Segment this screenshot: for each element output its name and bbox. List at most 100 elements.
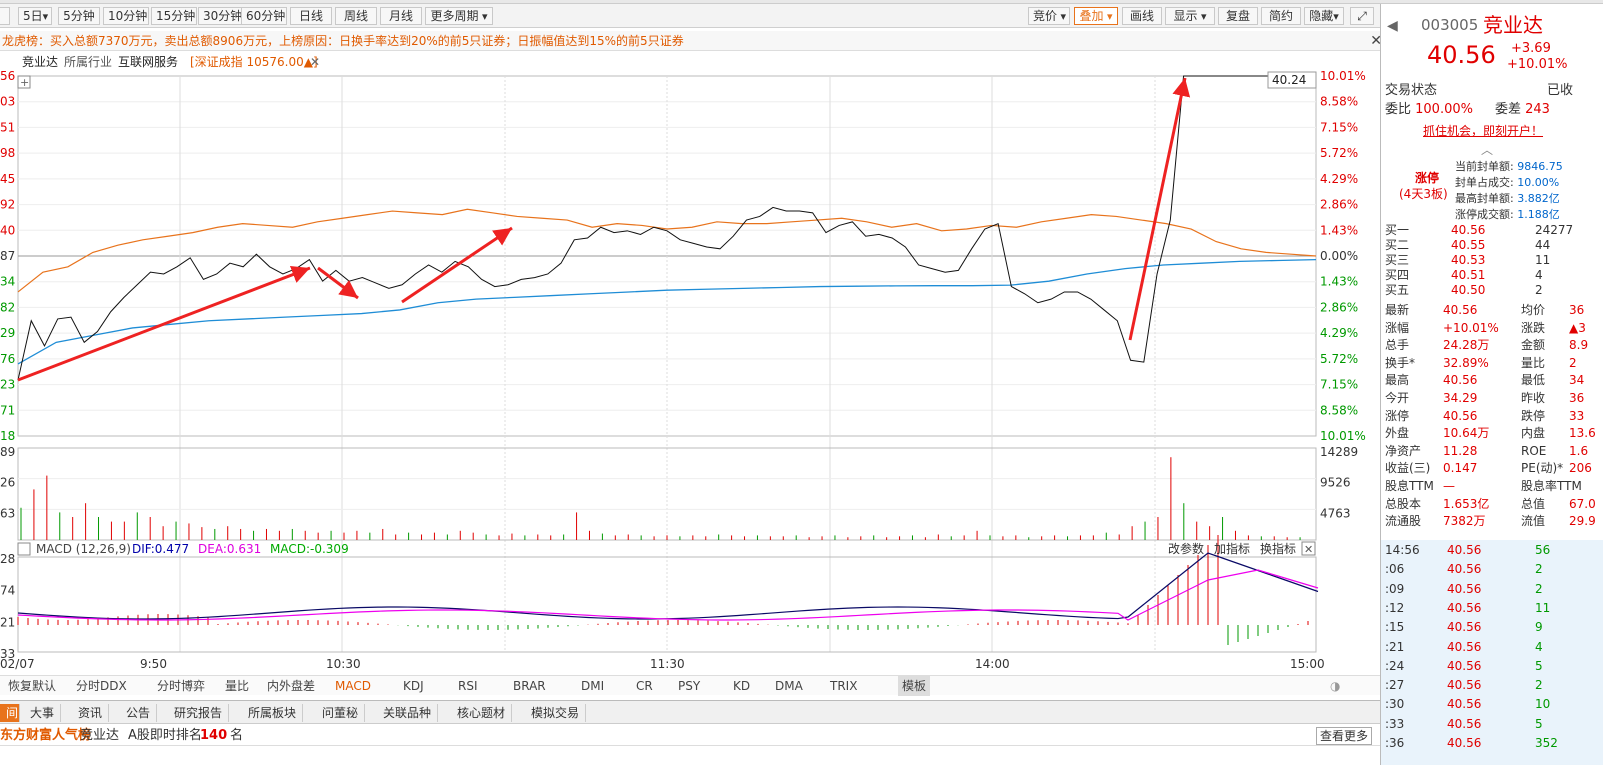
price-tick: 45 <box>0 172 15 186</box>
popularity-title: 东方财富人气榜 <box>0 728 92 743</box>
period-month[interactable]: 月线 <box>380 7 422 25</box>
draw-button[interactable]: 画线 <box>1122 7 1162 25</box>
collapse-icon[interactable]: ︿ <box>1481 142 1493 159</box>
indicator-15[interactable]: 模板 <box>898 676 931 696</box>
macd-dea: DEA:0.631 <box>198 542 261 556</box>
intraday-chart[interactable]: 10.01% 56 8.58% 03 7.15% 51 5.72% 98 4.29% 45 2.86… <box>0 70 1380 670</box>
tick-row-9: :33 40.56 5 <box>1385 716 1543 731</box>
period-more[interactable]: 更多周期 ▾ <box>425 7 493 25</box>
price-tick: 34 <box>0 275 15 289</box>
period-day[interactable]: 日线 <box>290 7 332 25</box>
quote-price: 40.56 <box>1427 41 1496 69</box>
indicator-3[interactable]: 量比 <box>225 676 249 696</box>
indicator-10[interactable]: CR <box>636 676 653 696</box>
period-week[interactable]: 周线 <box>335 7 377 25</box>
price-tick: 71 <box>0 403 15 417</box>
bottom-tab-0[interactable]: 大事 <box>24 704 62 722</box>
price-tick: 03 <box>0 95 15 109</box>
indicator-13[interactable]: DMA <box>775 676 803 696</box>
pct-tick: 7.15% <box>1320 120 1358 134</box>
display-button[interactable]: 显示 ▾ <box>1165 7 1215 25</box>
toggle-icon[interactable]: ◑ <box>1330 676 1340 696</box>
back-arrow-icon[interactable]: ◀ <box>1387 18 1398 35</box>
tab-active-marker[interactable]: 间 <box>0 704 20 722</box>
price-tick: 51 <box>0 120 15 134</box>
index-close-icon[interactable]: ✕ <box>310 52 320 72</box>
pct-tick: 1.43% <box>1320 275 1358 289</box>
macd-tick: 33 <box>0 647 15 661</box>
price-tick: 82 <box>0 300 15 314</box>
stock-name: 竞业达 <box>22 55 59 69</box>
bottom-tab-1[interactable]: 资讯 <box>72 704 110 722</box>
period-60min[interactable]: 60分钟 <box>241 7 287 25</box>
stat-row-10: 股息TTM — 股息率TTM <box>1385 479 1582 493</box>
vol-left-tick: 89 <box>0 445 15 459</box>
indicator-2[interactable]: 分时博弈 <box>157 676 205 696</box>
pct-tick: 4.29% <box>1320 326 1358 340</box>
annotation-arrow <box>1128 77 1191 341</box>
macd-dif: DIF:0.477 <box>132 542 189 556</box>
auction-button[interactable]: 竞价 ▾ <box>1028 7 1070 25</box>
overlay-button[interactable]: 叠加 ▾ <box>1074 7 1118 25</box>
tick-row-1: :06 40.56 2 <box>1385 562 1543 577</box>
simple-button[interactable]: 简约 <box>1261 7 1301 25</box>
bottom-tab-4[interactable]: 所属板块 <box>242 704 304 722</box>
indicator-4[interactable]: 内外盘差 <box>267 676 315 696</box>
crosshair-plus: + <box>20 76 29 89</box>
tick-row-4: :15 40.56 9 <box>1385 620 1543 635</box>
index-overlay[interactable]: [深证成指 10576.00▲] <box>190 52 318 72</box>
stat-row-6: 涨停 40.56 跌停 33 <box>1385 408 1585 423</box>
indicator-12[interactable]: KD <box>733 676 750 696</box>
macd-switch-button: 换指标 <box>1260 541 1296 556</box>
industry-value[interactable]: 互联网服务 <box>118 52 178 72</box>
more-button[interactable]: 查看更多 <box>1316 727 1373 745</box>
price-tag: 40.24 <box>1272 73 1306 87</box>
macd-value: MACD:-0.309 <box>270 542 349 556</box>
indicator-14[interactable]: TRIX <box>830 676 857 696</box>
stat-row-12: 流通股 7382万 流值 29.9 <box>1385 514 1596 529</box>
indicator-11[interactable]: PSY <box>678 676 700 696</box>
vol-tick: 9526 <box>1320 476 1351 490</box>
indicator-1[interactable]: 分时DDX <box>76 676 127 696</box>
hide-button[interactable]: 隐藏▾ <box>1304 7 1344 25</box>
period-5min[interactable]: 5分钟 <box>58 7 100 25</box>
pct-tick: 5.72% <box>1320 352 1358 366</box>
promo-link[interactable]: 抓住机会，即刻开户！ <box>1423 123 1543 140</box>
price-tick: 76 <box>0 352 15 366</box>
quote-panel: ◀ 003005 竞业达 40.56 +3.69 +10.01% 交易状态 已收 委比 100.… <box>1380 4 1603 765</box>
industry-label: 所属行业 <box>64 55 113 69</box>
dragon-tiger-banner: 龙虎榜：买入总额7370万元，卖出总额8906万元，上榜原因：日换手率达到20%… <box>0 31 1400 51</box>
stat-row-2: 总手 24.28万 金额 8.9 <box>1385 338 1589 353</box>
period-10min[interactable]: 10分钟 <box>103 7 149 25</box>
stat-row-3: 换手* 32.89% 量比 2 <box>1385 355 1577 370</box>
indicator-6[interactable]: KDJ <box>403 676 424 696</box>
tick-row-7: :27 40.56 2 <box>1385 678 1543 693</box>
expand-icon[interactable]: ⤢ <box>1350 7 1374 25</box>
period-5day[interactable]: 5日▾ <box>18 7 52 25</box>
period-15min[interactable]: 15分钟 <box>151 7 197 25</box>
indicator-8[interactable]: BRAR <box>513 676 546 696</box>
replay-button[interactable]: 复盘 <box>1218 7 1258 25</box>
stat-row-0: 最新 40.56 均价 36 <box>1385 303 1585 317</box>
seal-row-3: 涨停成交额: 1.188亿 <box>1455 208 1560 221</box>
bottom-tab-6[interactable]: 关联品种 <box>377 704 439 722</box>
banner-text: 龙虎榜：买入总额7370万元，卖出总额8906万元，上榜原因：日换手率达到20%… <box>2 34 684 48</box>
bottom-tab-5[interactable]: 问董秘 <box>316 704 366 722</box>
bottom-tab-8[interactable]: 模拟交易 <box>525 704 587 722</box>
stat-row-7: 外盘 10.64万 内盘 13.6 <box>1385 426 1596 441</box>
period-30min[interactable]: 30分钟 <box>198 7 244 25</box>
indicator-0[interactable]: 恢复默认 <box>8 676 56 696</box>
rank-unit: 名 <box>230 728 244 743</box>
bottom-tab-7[interactable]: 核心题材 <box>451 704 513 722</box>
stat-row-8: 净资产 11.28 ROE 1.6 <box>1385 443 1589 458</box>
bottom-tab-2[interactable]: 公告 <box>120 704 158 722</box>
quote-change: +3.69 <box>1511 41 1551 56</box>
indicator-5[interactable]: MACD <box>335 676 371 696</box>
price-tick: 98 <box>0 146 15 160</box>
indicator-9[interactable]: DMI <box>581 676 604 696</box>
pct-tick: 2.86% <box>1320 300 1358 314</box>
tick-row-2: :09 40.56 2 <box>1385 581 1543 596</box>
indicator-7[interactable]: RSI <box>458 676 478 696</box>
pct-tick: 10.01% <box>1320 70 1366 83</box>
bottom-tab-3[interactable]: 研究报告 <box>168 704 230 722</box>
